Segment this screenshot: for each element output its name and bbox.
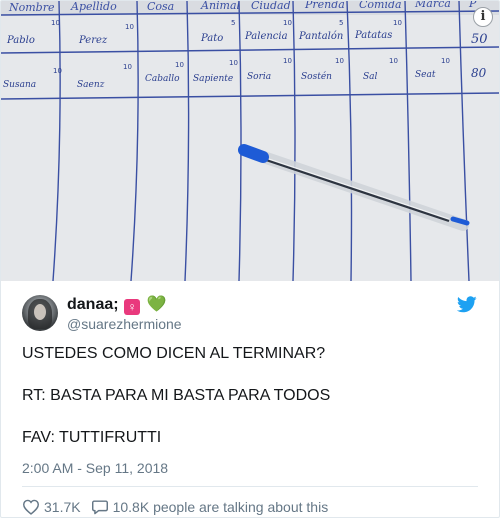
header-cosa: Cosa <box>147 1 174 13</box>
tweet-actions: 31.7K 10.8K people are talking about thi… <box>1 487 499 515</box>
embedded-tweet-card: Nombre Apellido Cosa Animal Ciudad Prend… <box>0 0 500 518</box>
row1-total: 50 <box>471 32 488 47</box>
header-marca: Marca <box>414 1 451 10</box>
header-comida: Comida <box>359 1 402 11</box>
conversation-text: 10.8K people are talking about this <box>112 499 329 515</box>
author-block[interactable]: danaa; ♀ 💚 @suarezhermione <box>67 295 182 333</box>
row2-animal: Sapiente <box>193 74 233 84</box>
like-button[interactable]: 31.7K <box>22 499 81 515</box>
green-heart-emoji-icon: 💚 <box>146 296 167 313</box>
tweet-line-3: FAV: TUTTIFRUTTI <box>22 429 162 446</box>
row2-nombre: Susana <box>3 80 36 90</box>
row2-ciudad: Soria <box>247 72 271 82</box>
header-apellido: Apellido <box>70 1 117 13</box>
conversation-link[interactable]: 10.8K people are talking about this <box>91 499 329 515</box>
info-icon[interactable]: i <box>473 7 493 27</box>
row1-prenda: Pantalón <box>298 31 343 42</box>
handwritten-game-sheet: Nombre Apellido Cosa Animal Ciudad Prend… <box>1 1 499 281</box>
tweet-text: USTEDES COMO DICEN AL TERMINAR? RT: BAST… <box>1 343 499 448</box>
row2-score-8: 10 <box>441 57 450 65</box>
row1-comida: Patatas <box>354 30 392 41</box>
display-name[interactable]: danaa; ♀ 💚 <box>67 295 182 315</box>
header-prenda: Prenda <box>304 1 345 11</box>
user-handle[interactable]: @suarezhermione <box>67 315 182 333</box>
row2-prenda: Sostén <box>301 71 332 82</box>
like-count: 31.7K <box>44 499 81 515</box>
timestamp[interactable]: 2:00 AM - Sep 11, 2018 <box>1 460 499 476</box>
row2-score-3: 10 <box>175 61 184 69</box>
row2-total: 80 <box>471 66 487 80</box>
row1-apellido: Perez <box>78 35 108 46</box>
row2-cosa: Caballo <box>145 74 180 84</box>
display-name-text: danaa; <box>67 296 119 313</box>
tweet-photo[interactable]: Nombre Apellido Cosa Animal Ciudad Prend… <box>1 1 499 281</box>
row1-score-3: 5 <box>231 19 235 27</box>
female-sign-emoji-icon: ♀ <box>124 299 141 315</box>
row2-marca: Seat <box>415 70 436 80</box>
row2-score-7: 10 <box>389 57 398 65</box>
row2-score-4: 10 <box>229 59 238 67</box>
row2-apellido: Saenz <box>77 80 105 90</box>
row1-nombre: Pablo <box>6 35 35 46</box>
tweet-line-1: USTEDES COMO DICEN AL TERMINAR? <box>22 345 326 362</box>
header-animal: Animal <box>200 1 241 12</box>
row1-ciudad: Palencia <box>244 31 288 42</box>
row1-score-1: 10 <box>51 19 60 27</box>
row1-score-6: 10 <box>393 19 402 27</box>
row1-score-4: 10 <box>283 19 292 27</box>
tweet-header: danaa; ♀ 💚 @suarezhermione <box>1 281 499 337</box>
row2-score-5: 10 <box>283 57 292 65</box>
row2-comida: Sal <box>363 72 378 82</box>
heart-icon <box>22 499 40 515</box>
row1-animal: Pato <box>200 33 223 44</box>
row2-score-2: 10 <box>123 63 132 71</box>
twitter-bird-icon[interactable] <box>456 296 477 318</box>
tweet-line-2: RT: BASTA PARA MI BASTA PARA TODOS <box>22 387 331 404</box>
row1-score-5: 5 <box>339 19 343 27</box>
speech-bubble-icon <box>91 500 108 515</box>
avatar[interactable] <box>22 295 58 331</box>
row1-score-2: 10 <box>125 23 134 31</box>
row2-score-1: 10 <box>53 67 62 75</box>
header-nombre: Nombre <box>8 1 55 14</box>
row2-score-6: 10 <box>335 57 344 65</box>
header-ciudad: Ciudad <box>251 1 291 12</box>
